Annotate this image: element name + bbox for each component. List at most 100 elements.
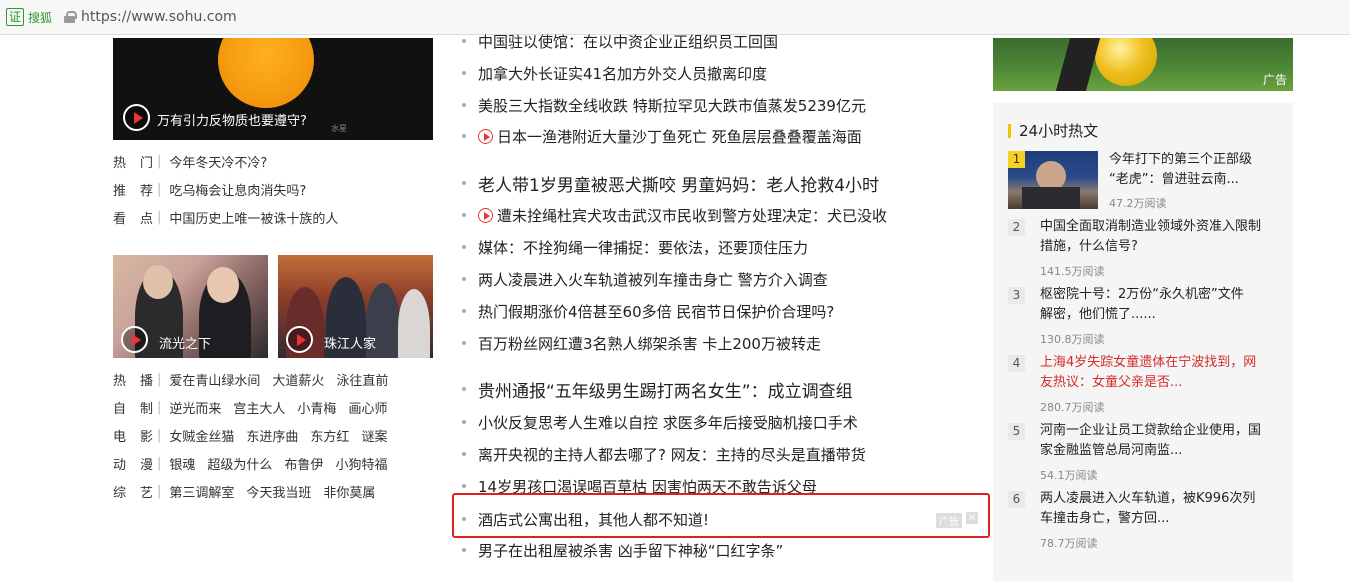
news-title[interactable]: 小伙反复思考人生难以自控 求医多年后接受脑机接口手术: [478, 412, 858, 433]
banner-ad[interactable]: 广告: [993, 38, 1293, 91]
news-item[interactable]: 媒体：不拴狗绳一律捕捉：要依法，还要顶住压力: [462, 236, 808, 258]
thumbnail-caption[interactable]: 珠江人家: [324, 333, 376, 352]
news-item[interactable]: 加拿大外长证实41名加方外交人员撤离印度: [462, 62, 767, 84]
hot-item-title[interactable]: 河南一企业让员工贷款给企业使用，国 家金融监管总局河南监...: [1040, 421, 1261, 461]
hot-item-line[interactable]: 今年打下的第三个正部级: [1109, 150, 1252, 170]
category-link[interactable]: 小青梅: [297, 398, 336, 417]
news-item[interactable]: 男子在出租屋被杀害 凶手留下神秘“口红字条”: [462, 539, 783, 561]
news-item[interactable]: 小伙反复思考人生难以自控 求医多年后接受脑机接口手术: [462, 411, 858, 433]
category-row: 热门 | 今年冬天冷不冷?: [113, 150, 279, 172]
category-link[interactable]: 非你莫属: [323, 482, 375, 501]
category-label[interactable]: 推荐: [113, 180, 155, 199]
bullet: [462, 548, 466, 552]
news-title[interactable]: 中国驻以使馆：在以中资企业正组织员工回国: [478, 31, 778, 52]
hot-item-line[interactable]: 友热议：女童父亲是否...: [1040, 373, 1256, 393]
hot-item-line[interactable]: 措施，什么信号?: [1040, 237, 1261, 257]
video-play-icon: [478, 207, 493, 223]
category-row: 看点 | 中国历史上唯一被诛十族的人: [113, 206, 350, 228]
category-link[interactable]: 布鲁伊: [284, 454, 323, 473]
hot-item-line[interactable]: 中国全面取消制造业领域外资准入限制: [1040, 217, 1261, 237]
hot-item-line[interactable]: 两人凌晨进入火车轨道，被K996次列: [1040, 489, 1255, 509]
news-title[interactable]: 遭未拴绳杜宾犬攻击武汉市民收到警方处理决定：犬已没收: [497, 205, 887, 226]
category-link[interactable]: 宫主大人: [233, 398, 285, 417]
hot-item-title[interactable]: 枢密院十号：2万份“永久机密”文件 解密，他们慌了......: [1040, 285, 1244, 325]
news-item[interactable]: 贵州通报“五年级男生踢打两名女生”：成立调查组: [462, 377, 853, 402]
category-label[interactable]: 综艺: [113, 482, 155, 501]
drama-thumbnail[interactable]: 珠江人家: [278, 255, 433, 358]
news-title[interactable]: 热门假期涨价4倍甚至60多倍 民宿节日保护价合理吗?: [478, 301, 834, 322]
news-title[interactable]: 日本一渔港附近大量沙丁鱼死亡 死鱼层层叠叠覆盖海面: [497, 126, 862, 147]
category-link[interactable]: 泳往直前: [336, 370, 388, 389]
category-link[interactable]: 今天我当班: [246, 482, 311, 501]
category-label[interactable]: 电影: [113, 426, 155, 445]
category-link[interactable]: 女贼金丝猫: [169, 426, 234, 445]
category-label[interactable]: 热播: [113, 370, 155, 389]
play-icon[interactable]: [123, 104, 150, 131]
category-link[interactable]: 今年冬天冷不冷?: [169, 152, 267, 171]
news-title[interactable]: 媒体：不拴狗绳一律捕捉：要依法，还要顶住压力: [478, 237, 808, 258]
news-title[interactable]: 酒店式公寓出租，其他人都不知道!: [478, 509, 709, 530]
bullet: [462, 517, 466, 521]
news-title[interactable]: 美股三大指数全线收跌 特斯拉罕见大跌市值蒸发5239亿元: [478, 95, 866, 116]
news-title[interactable]: 加拿大外长证实41名加方外交人员撤离印度: [478, 63, 767, 84]
bullet: [462, 181, 466, 185]
news-title[interactable]: 男子在出租屋被杀害 凶手留下神秘“口红字条”: [478, 540, 783, 561]
news-item[interactable]: 热门假期涨价4倍甚至60多倍 民宿节日保护价合理吗?: [462, 300, 834, 322]
play-icon[interactable]: [121, 326, 148, 353]
hot-item-line[interactable]: 河南一企业让员工贷款给企业使用，国: [1040, 421, 1261, 441]
news-item[interactable]: 两人凌晨进入火车轨道被列车撞击身亡 警方介入调查: [462, 268, 828, 290]
news-title[interactable]: 老人带1岁男童被恶犬撕咬 男童妈妈：老人抢救4小时: [478, 171, 879, 196]
close-icon[interactable]: ×: [966, 512, 978, 524]
hot-item-line[interactable]: 上海4岁失踪女童遗体在宁波找到，网: [1040, 353, 1256, 373]
news-title[interactable]: 离开央视的主持人都去哪了? 网友：主持的尽头是直播带货: [478, 444, 866, 465]
news-item[interactable]: 日本一渔港附近大量沙丁鱼死亡 死鱼层层叠叠覆盖海面: [462, 125, 862, 147]
news-item[interactable]: 离开央视的主持人都去哪了? 网友：主持的尽头是直播带货: [462, 443, 866, 465]
ad-news-item[interactable]: 酒店式公寓出租，其他人都不知道!: [462, 508, 709, 530]
category-link[interactable]: 谜案: [361, 426, 387, 445]
hot-item-title[interactable]: 两人凌晨进入火车轨道，被K996次列 车撞击身亡，警方回...: [1040, 489, 1255, 529]
lock-icon[interactable]: [64, 11, 78, 23]
category-link[interactable]: 东进序曲: [246, 426, 298, 445]
hot-item-line[interactable]: 家金融监管总局河南监...: [1040, 441, 1261, 461]
bullet: [462, 387, 466, 391]
hot-thumbnail[interactable]: 1: [1008, 151, 1098, 209]
category-link[interactable]: 爱在青山绿水间: [169, 370, 260, 389]
hot-item-line[interactable]: “老虎”：曾进驻云南...: [1109, 170, 1252, 190]
category-link[interactable]: 小狗特福: [335, 454, 387, 473]
hot-item-line[interactable]: 车撞击身亡，警方回...: [1040, 509, 1255, 529]
news-title[interactable]: 两人凌晨进入火车轨道被列车撞击身亡 警方介入调查: [478, 269, 828, 290]
category-link[interactable]: 第三调解室: [169, 482, 234, 501]
category-row: 电影 | 女贼金丝猫 东进序曲 东方红 谜案: [113, 424, 399, 446]
certificate-icon[interactable]: 证: [6, 8, 24, 26]
news-item[interactable]: 遭未拴绳杜宾犬攻击武汉市民收到警方处理决定：犬已没收: [462, 204, 887, 226]
category-label[interactable]: 自制: [113, 398, 155, 417]
hot-item-title[interactable]: 今年打下的第三个正部级 “老虎”：曾进驻云南...: [1109, 150, 1252, 190]
hot-item-line[interactable]: 解密，他们慌了......: [1040, 305, 1244, 325]
category-link[interactable]: 中国历史上唯一被诛十族的人: [169, 208, 338, 227]
thumbnail-caption[interactable]: 流光之下: [159, 333, 211, 352]
news-item[interactable]: 中国驻以使馆：在以中资企业正组织员工回国: [462, 30, 778, 52]
news-item[interactable]: 百万粉丝网红遭3名熟人绑架杀害 卡上200万被转走: [462, 332, 821, 354]
category-link[interactable]: 画心师: [348, 398, 387, 417]
category-link[interactable]: 超级为什么: [207, 454, 272, 473]
category-label[interactable]: 看点: [113, 208, 155, 227]
category-label[interactable]: 动漫: [113, 454, 155, 473]
url-text[interactable]: https://www.sohu.com: [81, 9, 237, 25]
hot-item-line[interactable]: 枢密院十号：2万份“永久机密”文件: [1040, 285, 1244, 305]
hot-item-title[interactable]: 中国全面取消制造业领域外资准入限制 措施，什么信号?: [1040, 217, 1261, 257]
category-link[interactable]: 银魂: [169, 454, 195, 473]
category-link[interactable]: 逆光而来: [169, 398, 221, 417]
hot-item-title[interactable]: 上海4岁失踪女童遗体在宁波找到，网 友热议：女童父亲是否...: [1040, 353, 1256, 393]
category-label[interactable]: 热门: [113, 152, 155, 171]
featured-video[interactable]: 万有引力反物质也要遵守? 水星: [113, 38, 433, 140]
category-link[interactable]: 大道薪火: [272, 370, 324, 389]
category-link[interactable]: 东方红: [310, 426, 349, 445]
drama-thumbnail[interactable]: 流光之下: [113, 255, 268, 358]
news-item[interactable]: 老人带1岁男童被恶犬撕咬 男童妈妈：老人抢救4小时: [462, 171, 879, 196]
video-caption[interactable]: 万有引力反物质也要遵守?: [157, 110, 307, 129]
news-title[interactable]: 百万粉丝网红遭3名熟人绑架杀害 卡上200万被转走: [478, 333, 821, 354]
news-item[interactable]: 美股三大指数全线收跌 特斯拉罕见大跌市值蒸发5239亿元: [462, 94, 866, 116]
category-link[interactable]: 吃乌梅会让息肉消失吗?: [169, 180, 306, 199]
play-icon[interactable]: [286, 326, 313, 353]
news-title[interactable]: 贵州通报“五年级男生踢打两名女生”：成立调查组: [478, 377, 853, 402]
